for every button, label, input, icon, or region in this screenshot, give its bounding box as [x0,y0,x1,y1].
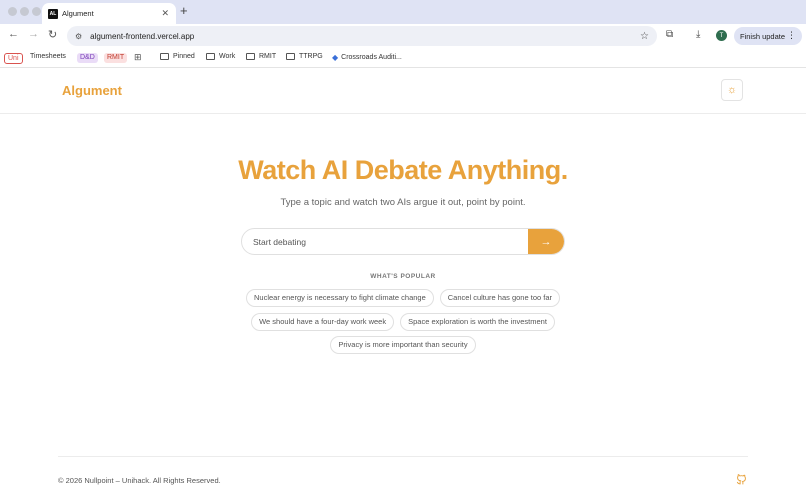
finish-update-label: Finish update [740,31,786,41]
bookmark-star-icon[interactable]: ☆ [640,31,649,42]
bookmarks-bar: Uni Timesheets D&D RMIT ⊞ Pinned Work RM… [0,48,806,68]
site-settings-icon[interactable]: ⚙ [75,32,82,41]
popular-topics-row: We should have a four-day work week Spac… [0,313,806,331]
topic-chip[interactable]: Cancel culture has gone too far [439,289,560,307]
bookmark-uni[interactable]: Uni [4,53,23,64]
sun-icon: ☼ [726,84,738,96]
popular-topics-row: Nuclear energy is necessary to fight cli… [0,289,806,307]
app-logo[interactable]: Algument [62,83,122,98]
start-debate-button[interactable]: → [528,229,564,254]
maximize-window-button[interactable] [32,7,41,16]
popular-section-label: WHAT'S POPULAR [370,273,436,280]
debate-topic-input[interactable] [242,229,530,254]
apps-grid-icon[interactable]: ⊞ [134,52,142,63]
folder-icon [246,53,255,60]
hero-title: Watch AI Debate Anything. [238,155,568,185]
minimize-window-button[interactable] [20,7,29,16]
bookmark-folder-ttrpg[interactable]: TTRPG [286,53,323,60]
address-bar[interactable]: ⚙ algument-frontend.vercel.app ☆ [67,26,657,46]
bookmark-folder-rmit[interactable]: RMIT [246,53,276,60]
bookmark-crossroads[interactable]: ◆ Crossroads Auditi... [332,53,402,62]
app-header: Algument ☼ [0,68,806,114]
menu-dots-icon[interactable]: ⋮ [787,30,796,41]
folder-icon [286,53,295,60]
browser-tab-bar: AL Algument ✕ + [0,0,806,24]
url-text: algument-frontend.vercel.app [90,31,195,41]
topic-chip[interactable]: We should have a four-day work week [251,313,395,331]
github-icon[interactable] [736,474,747,485]
reload-icon[interactable]: ↻ [48,28,57,41]
browser-toolbar: ← → ↻ ⚙ algument-frontend.vercel.app ☆ ⧉… [0,24,806,48]
hero-subtitle: Type a topic and watch two AIs argue it … [280,197,526,208]
folder-icon [206,53,215,60]
crossroads-icon: ◆ [332,53,339,62]
close-tab-icon[interactable]: ✕ [161,8,169,19]
bookmark-folder-work[interactable]: Work [206,53,235,60]
bookmark-timesheets[interactable]: Timesheets [30,53,66,60]
finish-update-button[interactable]: Finish update ⋮ [734,27,802,45]
back-icon[interactable]: ← [8,28,19,40]
close-window-button[interactable] [8,7,17,16]
theme-toggle-button[interactable]: ☼ [721,79,743,101]
tab-title: Algument [62,9,94,18]
forward-icon[interactable]: → [28,28,39,40]
debate-search-form: → [241,228,565,255]
extensions-icon[interactable]: ⧉ [666,29,673,40]
topic-chip[interactable]: Nuclear energy is necessary to fight cli… [246,289,434,307]
new-tab-button[interactable]: + [180,3,188,18]
popular-topics-row: Privacy is more important than security [0,336,806,354]
topic-chip[interactable]: Space exploration is worth the investmen… [400,313,555,331]
footer-copyright: © 2026 Nullpoint – Unihack. All Rights R… [58,476,221,485]
bookmark-rmit[interactable]: RMIT [104,53,128,63]
favicon-icon: AL [48,8,58,19]
download-icon[interactable]: ⤓ [696,29,700,40]
profile-avatar[interactable]: T [716,30,727,41]
browser-tab[interactable]: AL Algument ✕ [42,3,176,24]
bookmark-dnd[interactable]: D&D [77,53,98,63]
footer-divider [58,456,748,457]
arrow-right-icon: → [540,235,552,248]
folder-icon [160,53,169,60]
bookmark-folder-pinned[interactable]: Pinned [160,53,195,60]
topic-chip[interactable]: Privacy is more important than security [330,336,476,354]
